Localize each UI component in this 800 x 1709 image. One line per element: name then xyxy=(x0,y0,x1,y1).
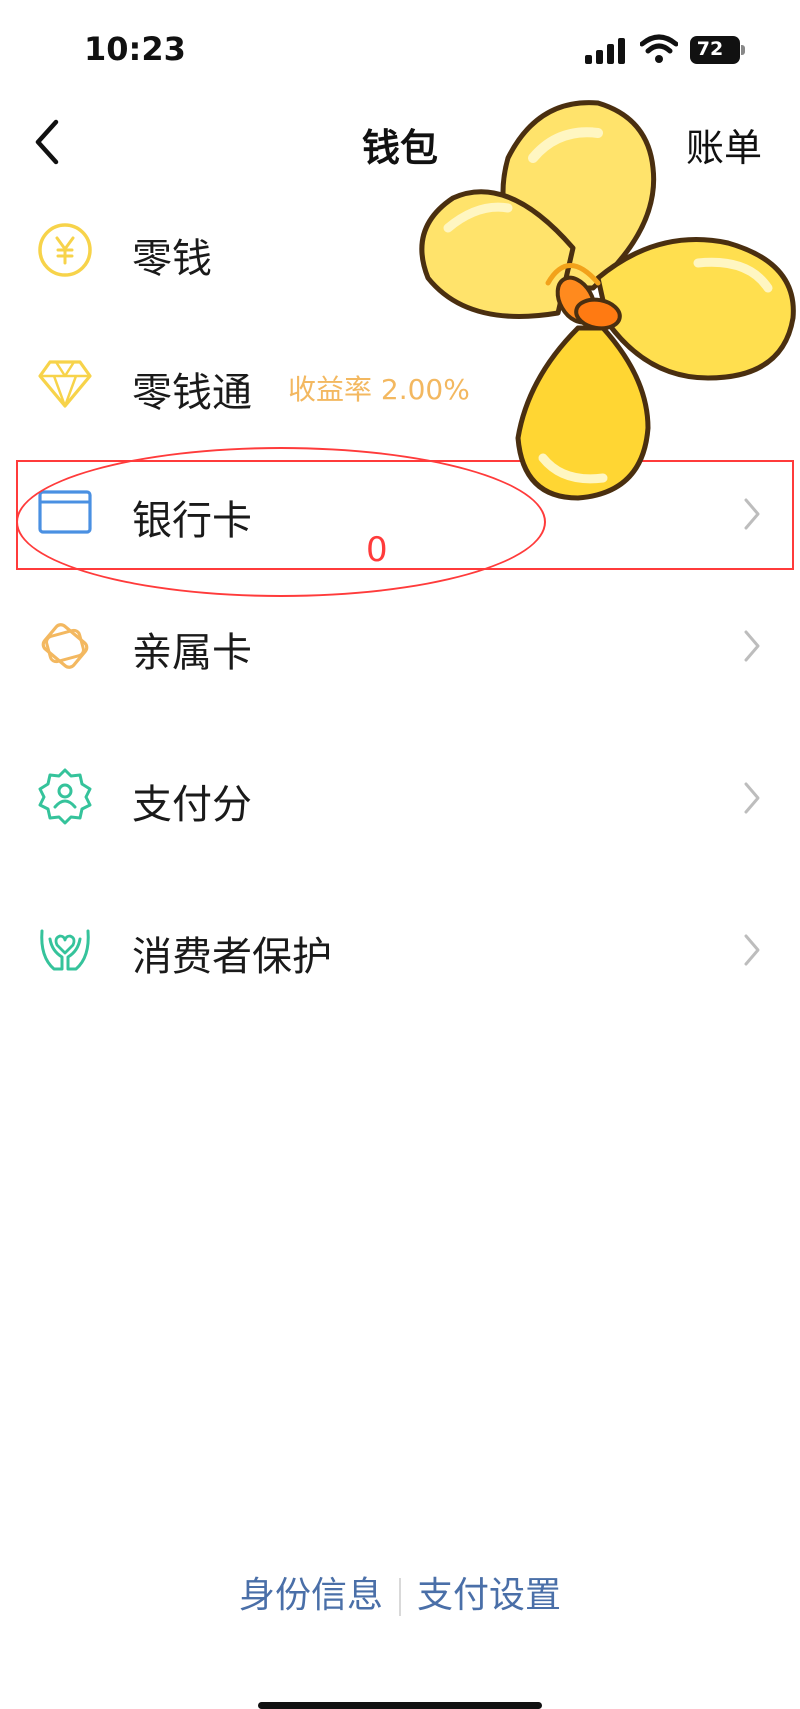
menu-item-pay-score[interactable]: 支付分 xyxy=(0,736,800,856)
footer-links: 身份信息 支付设置 xyxy=(0,1566,800,1618)
family-card-icon xyxy=(41,623,89,669)
menu-label: 支付分 xyxy=(132,782,252,828)
menu-item-family-card[interactable]: 亲属卡 xyxy=(0,584,800,704)
menu-label: 消费者保护 xyxy=(132,934,332,980)
battery-level: 72 xyxy=(696,38,724,60)
protect-hands-icon xyxy=(40,929,90,971)
flower-sticker-icon xyxy=(419,100,796,501)
chevron-right-icon xyxy=(744,630,760,662)
yuan-coin-icon xyxy=(38,223,92,277)
wifi-icon xyxy=(640,34,678,63)
battery-icon: 72 xyxy=(690,36,746,64)
signal-icon xyxy=(585,38,625,64)
menu-label: 零钱通 xyxy=(132,370,252,416)
menu-item-consumer-protection[interactable]: 消费者保护 xyxy=(0,888,800,1008)
wallet-page: 10:23 72 钱包 账单 零钱 零钱通 收益率 2.00% 银行卡 亲属卡 … xyxy=(0,0,800,1709)
payment-settings-link[interactable]: 支付设置 xyxy=(417,1575,561,1616)
menu-label: 零钱 xyxy=(132,236,212,282)
status-time: 10:23 xyxy=(84,30,186,68)
annotation-mark: 0 xyxy=(366,530,388,570)
pay-score-badge-icon xyxy=(38,768,92,825)
diamond-icon xyxy=(38,360,92,408)
menu-label: 亲属卡 xyxy=(132,630,252,676)
home-indicator[interactable] xyxy=(258,1702,542,1709)
chevron-right-icon xyxy=(744,782,760,814)
chevron-right-icon xyxy=(744,934,760,966)
footer-divider xyxy=(399,1578,401,1616)
identity-info-link[interactable]: 身份信息 xyxy=(239,1575,383,1616)
